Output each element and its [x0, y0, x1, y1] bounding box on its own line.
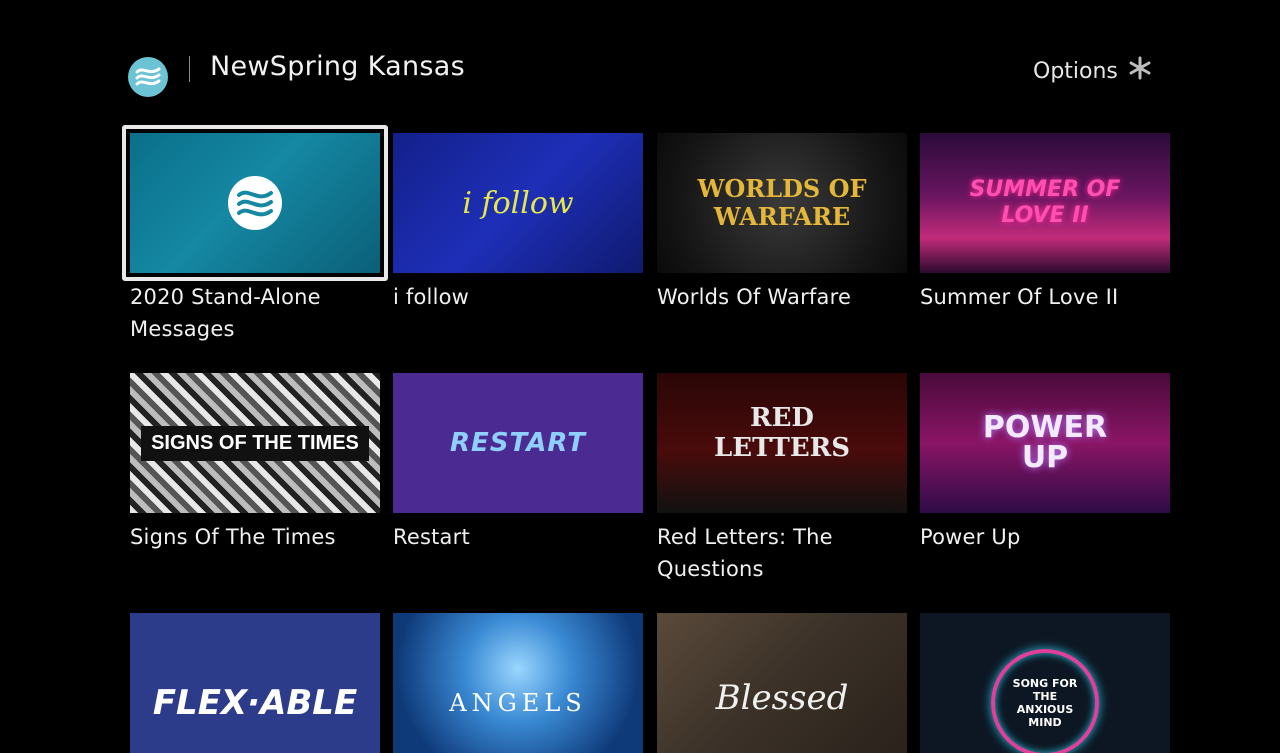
series-tile-blessed[interactable]: Blessed [657, 613, 907, 753]
series-tile-signs-of-the-times[interactable]: SIGNS OF THE TIMES Signs Of The Times [130, 373, 380, 553]
series-thumbnail [130, 133, 380, 273]
app-title: NewSpring Kansas [210, 51, 465, 82]
series-label: Restart [393, 525, 470, 549]
options-label: Options [1033, 58, 1118, 84]
newspring-logo-icon [128, 57, 168, 97]
series-tile-flex-able[interactable]: FLEX·ABLE [130, 613, 380, 753]
series-label: Red Letters: The Questions [657, 525, 833, 581]
series-thumbnail: i follow [393, 133, 643, 273]
series-tile-i-follow[interactable]: i follow i follow [393, 133, 643, 313]
series-art-text: SIGNS OF THE TIMES [141, 425, 369, 461]
series-label: Summer Of Love II [920, 285, 1119, 309]
series-thumbnail: FLEX·ABLE [130, 613, 380, 753]
series-thumbnail: WORLDS OF WARFARE [657, 133, 907, 273]
series-art-text: POWER UP [982, 410, 1108, 475]
series-art-text: SUMMER OF LOVE II [969, 177, 1121, 228]
series-art-text: FLEX·ABLE [152, 683, 358, 723]
series-label: Power Up [920, 525, 1021, 549]
series-tile-worlds-of-warfare[interactable]: WORLDS OF WARFARE Worlds Of Warfare [657, 133, 907, 313]
series-thumbnail: POWER UP [920, 373, 1170, 513]
series-thumbnail: Blessed [657, 613, 907, 753]
series-thumbnail: RESTART [393, 373, 643, 513]
series-thumbnail: SUMMER OF LOVE II [920, 133, 1170, 273]
series-art-banner: SIGNS OF THE TIMES [130, 373, 380, 513]
series-tile-restart[interactable]: RESTART Restart [393, 373, 643, 553]
series-label: Signs Of The Times [130, 525, 336, 549]
series-tile-power-up[interactable]: POWER UP Power Up [920, 373, 1170, 553]
series-thumbnail: ANGELS [393, 613, 643, 753]
series-art-ring: SONG FOR THE ANXIOUS MIND [920, 613, 1170, 753]
asterisk-icon [1128, 56, 1152, 86]
series-art-text: SONG FOR THE ANXIOUS MIND [1012, 677, 1078, 729]
series-tile-song-for-the-anxious-mind[interactable]: SONG FOR THE ANXIOUS MIND [920, 613, 1170, 753]
options-button[interactable]: Options [1033, 56, 1152, 86]
series-label: Worlds Of Warfare [657, 285, 852, 309]
series-art-text: RESTART [450, 428, 586, 458]
series-tile-angels[interactable]: ANGELS [393, 613, 643, 753]
series-label: i follow [393, 285, 470, 309]
series-tile-2020-stand-alone[interactable]: 2020 Stand-Alone Messages [122, 125, 388, 345]
series-tile-summer-of-love[interactable]: SUMMER OF LOVE II Summer Of Love II [920, 133, 1170, 313]
series-art-text: RED LETTERS [713, 403, 851, 463]
series-thumbnail: SONG FOR THE ANXIOUS MIND [920, 613, 1170, 753]
newspring-logo-icon [130, 133, 380, 273]
series-tile-red-letters[interactable]: RED LETTERS Red Letters: The Questions [657, 373, 907, 585]
series-thumbnail: RED LETTERS [657, 373, 907, 513]
series-art-text: WORLDS OF WARFARE [697, 174, 867, 231]
series-art-text: ANGELS [449, 689, 587, 717]
series-label: 2020 Stand-Alone Messages [130, 285, 321, 341]
series-thumbnail: SIGNS OF THE TIMES [130, 373, 380, 513]
series-art-text: Blessed [715, 678, 849, 718]
series-art-text: i follow [462, 185, 574, 221]
header-divider [189, 56, 190, 82]
